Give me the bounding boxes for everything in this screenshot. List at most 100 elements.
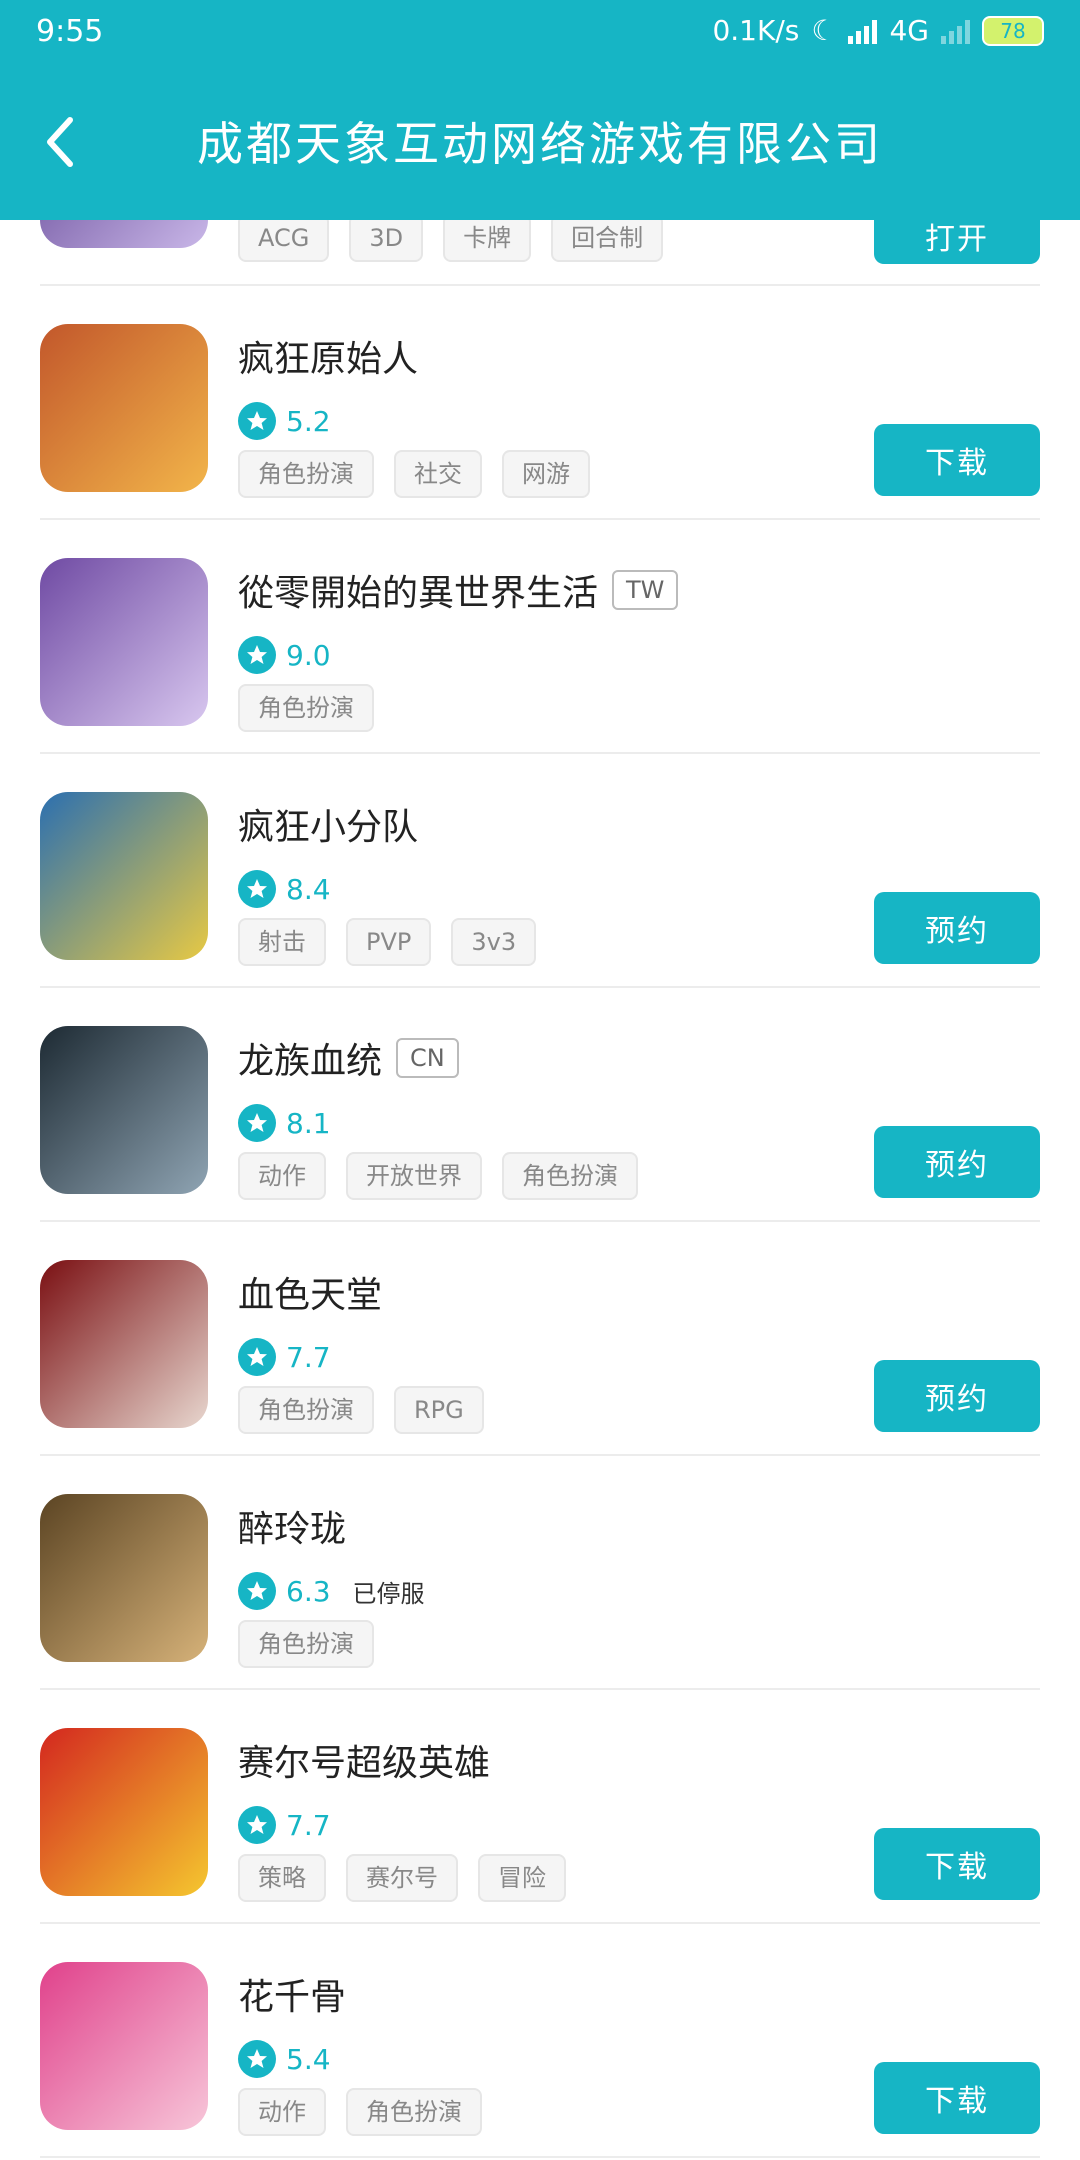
list-item[interactable]: 疯狂原始人 5.2 角色扮演 社交 网游 下载 [40,286,1040,520]
game-icon [40,1026,208,1194]
list-item[interactable]: 赛尔号超级英雄 7.7 策略 赛尔号 冒险 下载 [40,1690,1040,1924]
star-icon [238,1338,276,1376]
game-name-row: 疯狂原始人 [238,330,418,382]
status-note: 已停服 [352,1579,425,1608]
tag: 动作 [238,1152,326,1200]
star-icon [238,1572,276,1610]
rating: 9.0 [238,636,331,674]
game-icon [40,1962,208,2130]
tag: 角色扮演 [238,684,374,732]
tag: ACG [238,214,330,262]
rating: 8.1 [238,1104,331,1142]
tag-list: 射击 PVP 3v3 [238,918,537,966]
list-item[interactable]: 花千骨 5.4 动作 角色扮演 下载 [40,1924,1040,2158]
game-name-row: 從零開始的異世界生活 TW [238,564,679,616]
list-item[interactable]: 血色天堂 7.7 角色扮演 RPG 预约 [40,1222,1040,1456]
game-icon [40,1494,208,1662]
header-bar: 成都天象互动网络游戏有限公司 [0,64,1080,220]
moon-icon: ☾ [811,14,837,47]
signal-secondary-icon [941,18,970,44]
game-name: 醉玲珑 [238,1509,347,1550]
tag-list: 动作 角色扮演 [238,2088,482,2136]
tag: 冒险 [478,1854,566,1902]
list-item-partial[interactable]: ACG 3D 卡牌 回合制 打开 [40,80,1040,286]
tag: 3v3 [451,918,537,966]
rating-value: 7.7 [286,1808,331,1842]
game-icon [40,558,208,726]
rating-value: 5.2 [286,404,331,438]
game-icon [40,1728,208,1896]
tag: 角色扮演 [346,2088,482,2136]
tag: 角色扮演 [238,450,374,498]
battery-level: 78 [1000,18,1026,43]
region-badge: CN [396,1038,459,1078]
tag-list: 策略 赛尔号 冒险 [238,1854,566,1902]
tag: 动作 [238,2088,326,2136]
game-name-row: 花千骨 [238,1968,346,2020]
star-icon [238,1806,276,1844]
reserve-button[interactable]: 预约 [874,892,1040,964]
signal-icon [848,18,878,44]
tag: 回合制 [551,214,664,262]
status-time: 9:55 [36,14,104,49]
game-name: 赛尔号超级英雄 [238,1743,491,1784]
download-button[interactable]: 下载 [874,424,1040,496]
tag-list: 角色扮演 社交 网游 [238,450,590,498]
rating-value: 7.7 [286,1340,331,1374]
game-name: 龙族血统 [238,1041,383,1082]
tag: 角色扮演 [238,1620,374,1668]
rating: 6.3 已停服 [238,1572,425,1610]
tag: 角色扮演 [502,1152,638,1200]
game-name-row: 血色天堂 [238,1266,382,1318]
rating: 5.4 [238,2040,331,2078]
tag: RPG [394,1386,484,1434]
game-name-row: 醉玲珑 [238,1500,346,1552]
battery-icon: 78 [982,15,1044,46]
game-icon [40,324,208,492]
rating-value: 9.0 [286,638,331,672]
list-item[interactable]: 醉玲珑 6.3 已停服角色扮演 [40,1456,1040,1690]
network-speed: 0.1K/s [712,14,800,47]
star-icon [238,636,276,674]
tag-list: ACG 3D 卡牌 回合制 [238,214,664,262]
tag: 角色扮演 [238,1386,374,1434]
reserve-button[interactable]: 预约 [874,1360,1040,1432]
tag: 射击 [238,918,326,966]
list-item[interactable]: 疯狂小分队 8.4 射击 PVP 3v3 预约 [40,754,1040,988]
region-badge: TW [612,570,679,610]
tag: PVP [346,918,432,966]
tag-list: 动作 开放世界 角色扮演 [238,1152,638,1200]
game-icon [40,1260,208,1428]
list-item[interactable]: 龙族血统 CN 8.1 动作 开放世界 角色扮演 预约 [40,988,1040,1222]
game-name-row: 龙族血统 CN [238,1032,459,1084]
download-button[interactable]: 下载 [874,2062,1040,2134]
tag: 开放世界 [346,1152,482,1200]
game-name: 血色天堂 [238,1275,383,1316]
rating: 7.7 [238,1806,331,1844]
rating-value: 6.3 [286,1574,331,1608]
tag-list: 角色扮演 [238,684,374,732]
rating: 8.4 [238,870,331,908]
game-name: 從零開始的異世界生活 [238,573,599,614]
star-icon [238,2040,276,2078]
rating: 5.2 [238,402,331,440]
rating-value: 8.1 [286,1106,331,1140]
rating-value: 8.4 [286,872,331,906]
game-name-row: 赛尔号超级英雄 [238,1734,490,1786]
list-item[interactable]: 從零開始的異世界生活 TW 9.0 角色扮演 [40,520,1040,754]
status-right: 0.1K/s ☾ 4G 78 [712,14,1044,47]
game-list: ACG 3D 卡牌 回合制 打开 疯狂原始人 5.2 角色扮演 社交 网游 下载 從零開始的異世界… [0,80,1080,2158]
tag-list: 角色扮演 [238,1620,374,1668]
tag: 卡牌 [443,214,532,262]
page-title: 成都天象互动网络游戏有限公司 [197,117,883,171]
status-bar: 9:55 0.1K/s ☾ 4G 78 [0,0,1080,64]
star-icon [238,402,276,440]
tag: 网游 [502,450,590,498]
star-icon [238,870,276,908]
tag: 赛尔号 [346,1854,458,1902]
star-icon [238,1104,276,1142]
game-name: 花千骨 [238,1977,347,2018]
reserve-button[interactable]: 预约 [874,1126,1040,1198]
game-name-row: 疯狂小分队 [238,798,418,850]
download-button[interactable]: 下载 [874,1828,1040,1900]
